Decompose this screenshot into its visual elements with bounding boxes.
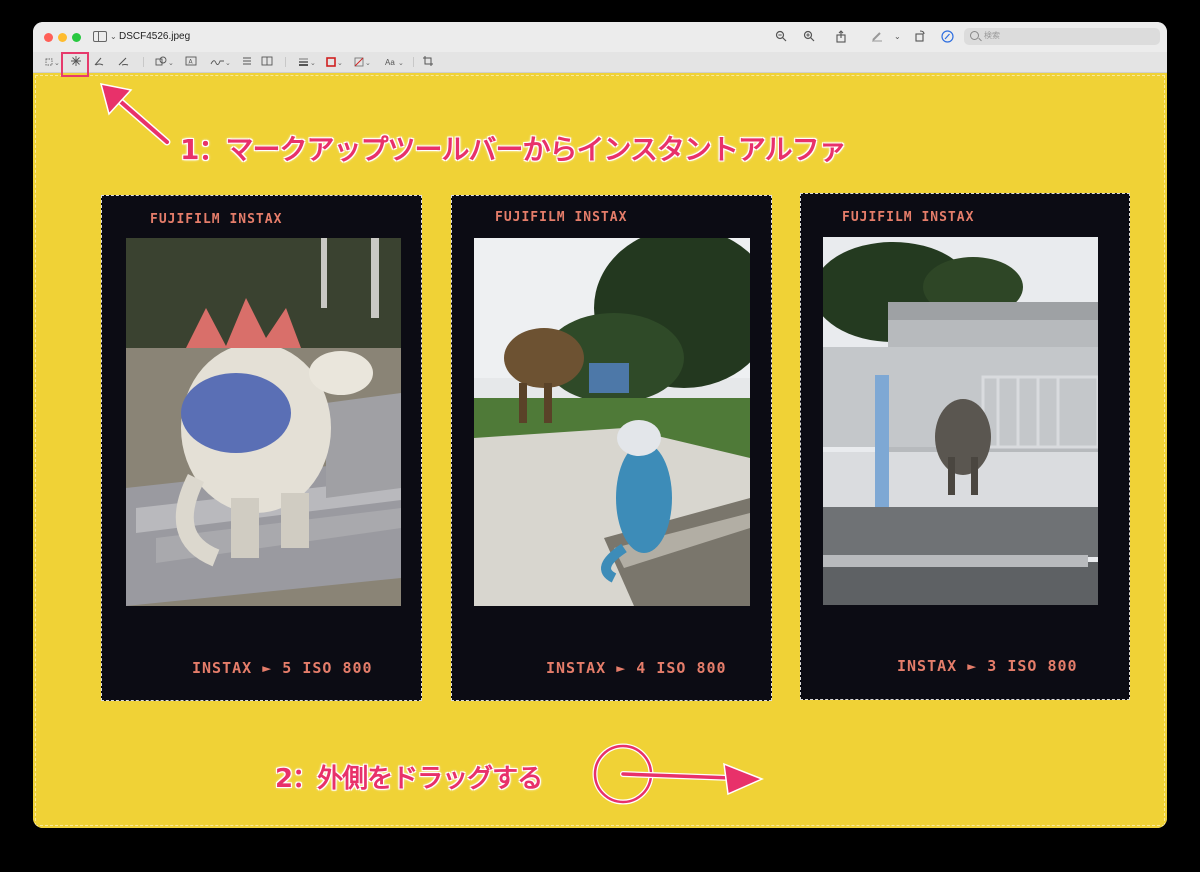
- zoom-out-icon[interactable]: [774, 30, 788, 44]
- document-title: DSCF4526.jpeg: [119, 31, 191, 42]
- share-icon[interactable]: [834, 30, 848, 44]
- toolbar-separator: [413, 57, 414, 67]
- instax-photo-1: FUJIFILM INSTAX INSTAX ► 5 ISO 800: [101, 195, 422, 701]
- border-color-icon[interactable]: ⌄: [326, 55, 346, 69]
- svg-text:Aa: Aa: [385, 58, 395, 67]
- elephant-enclosure-image: [823, 237, 1098, 605]
- draw-icon[interactable]: [117, 55, 129, 69]
- photo-footer: INSTAX ► 5 ISO 800: [192, 659, 373, 677]
- markup-pen-icon[interactable]: [870, 30, 884, 44]
- sidebar-toggle-icon[interactable]: [93, 31, 107, 42]
- svg-text:A: A: [189, 59, 194, 66]
- photo-footer: INSTAX ► 3 ISO 800: [897, 657, 1078, 675]
- shapes-icon[interactable]: ⌄: [155, 55, 175, 69]
- instant-alpha-highlight: [61, 52, 89, 77]
- zoom-in-icon[interactable]: [802, 30, 816, 44]
- chevron-down-icon[interactable]: ⌄: [110, 32, 117, 41]
- toolbar-separator: [285, 57, 286, 67]
- sketch-icon[interactable]: [93, 55, 105, 69]
- instax-photo-3: FUJIFILM INSTAX INSTAX ► 3 ISO 800: [800, 193, 1130, 700]
- svg-text:⌄: ⌄: [168, 59, 174, 67]
- instax-photo-2: FUJIFILM INSTAX INSTAX ► 4 ISO 800: [451, 195, 772, 701]
- text-style-icon[interactable]: Aa ⌄: [384, 55, 406, 69]
- search-placeholder: 検索: [984, 31, 1000, 40]
- zoom-window-button[interactable]: [72, 33, 81, 42]
- photo-brand: FUJIFILM INSTAX: [842, 210, 975, 225]
- svg-text:⌄: ⌄: [337, 59, 343, 67]
- t-rex-and-raptor-statues-image: [474, 238, 750, 606]
- svg-text:⌄: ⌄: [398, 59, 404, 67]
- title-bar: ⌄ DSCF4526.jpeg ⌄ 検索: [33, 22, 1167, 52]
- svg-text:⌄: ⌄: [310, 59, 316, 67]
- photo-brand: FUJIFILM INSTAX: [150, 212, 283, 227]
- minimize-window-button[interactable]: [58, 33, 67, 42]
- shape-style-icon[interactable]: ⌄: [298, 55, 318, 69]
- annotation-step2: 2：外側をドラッグする: [275, 764, 543, 794]
- selection-rect-icon[interactable]: ⌄: [45, 55, 61, 69]
- markup-toggle-icon[interactable]: [940, 30, 954, 44]
- search-icon: [970, 31, 979, 40]
- svg-text:⌄: ⌄: [365, 59, 371, 67]
- svg-text:⌄: ⌄: [225, 59, 231, 67]
- search-field[interactable]: 検索: [964, 28, 1160, 45]
- note-icon[interactable]: [241, 55, 253, 69]
- text-box-icon[interactable]: A: [185, 55, 197, 69]
- fill-color-icon[interactable]: ⌄: [354, 55, 374, 69]
- adjust-color-icon[interactable]: [261, 55, 273, 69]
- crop-icon[interactable]: [422, 55, 434, 69]
- toolbar-separator: [143, 57, 144, 67]
- annotation-step1: 1：マークアップツールバーからインスタントアルファ: [180, 133, 847, 166]
- svg-text:⌄: ⌄: [54, 59, 60, 67]
- sign-icon[interactable]: ⌄: [210, 55, 232, 69]
- markup-toolbar: [33, 52, 1167, 73]
- photo-brand: FUJIFILM INSTAX: [495, 210, 628, 225]
- rotate-icon[interactable]: [913, 30, 927, 44]
- chevron-down-icon[interactable]: ⌄: [894, 32, 901, 41]
- photo-footer: INSTAX ► 4 ISO 800: [546, 659, 727, 677]
- stegosaurus-statue-image: [126, 238, 401, 606]
- close-window-button[interactable]: [44, 33, 53, 42]
